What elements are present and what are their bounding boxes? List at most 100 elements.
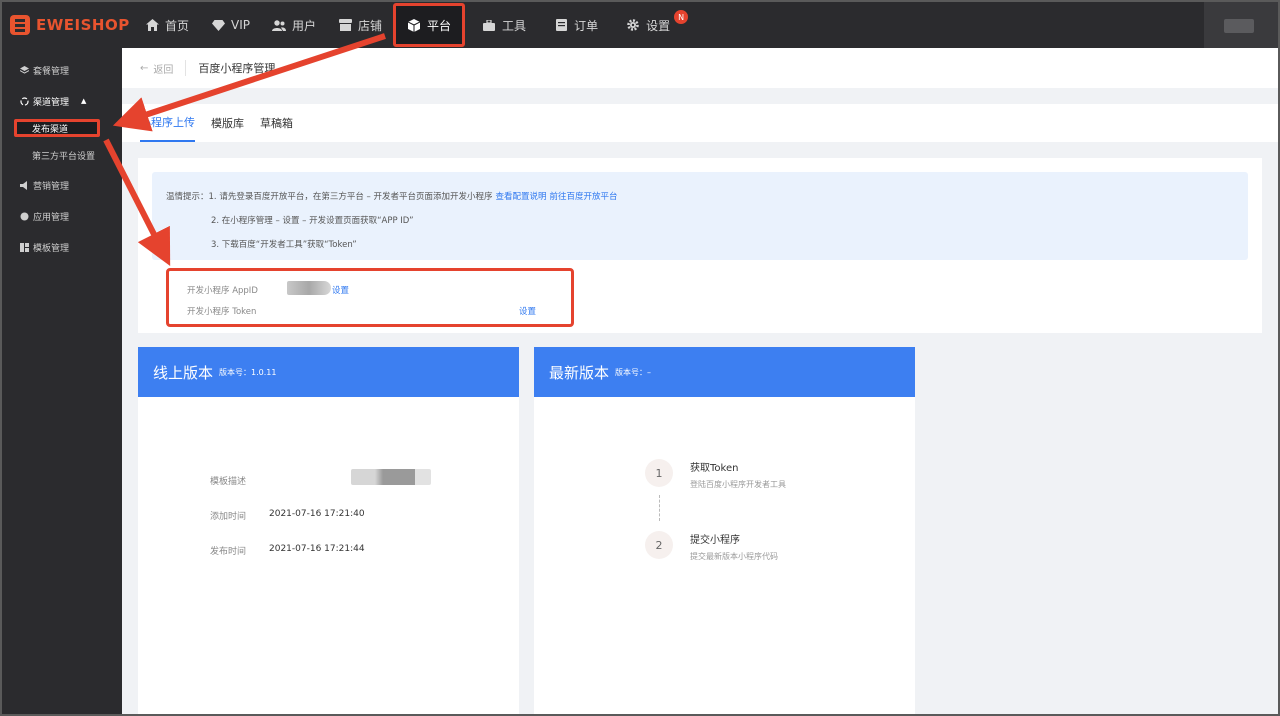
add-time-label: 添加时间 xyxy=(210,512,247,522)
token-set-link[interactable]: 设置 xyxy=(519,305,536,317)
sidebar-item-channel[interactable]: 渠道管理 ▲ xyxy=(2,90,122,112)
sidebar-item-package[interactable]: 套餐管理 xyxy=(2,59,122,81)
nav-tools-label: 工具 xyxy=(502,18,527,33)
config-panel: 温情提示：1. 请先登录百度开放平台，在第三方平台 – 开发者平台页面添加开发小… xyxy=(138,158,1262,333)
config-highlight-box: 开发小程序 AppID 设置 开发小程序 Token 设置 xyxy=(166,268,574,327)
store-icon xyxy=(338,18,352,32)
avatar-mask xyxy=(1224,19,1254,33)
add-time-value: 2021-07-16 17:21:40 xyxy=(269,509,365,519)
nav-orders[interactable]: 订单 xyxy=(543,2,609,48)
nav-store[interactable]: 店铺 xyxy=(327,2,393,48)
online-card-header: 线上版本 版本号：1.0.11 xyxy=(138,347,519,397)
brand-logo[interactable]: EWEISHOP xyxy=(10,2,130,48)
app-window: EWEISHOP 首页 VIP 用户 店铺 平台 工具 订单 设置 N 套餐管理… xyxy=(2,2,1278,714)
step-connector xyxy=(659,495,660,521)
caret-up-icon: ▲ xyxy=(81,97,87,105)
step-title: 提交小程序 xyxy=(690,535,740,546)
breadcrumb-divider xyxy=(185,60,187,76)
back-label: 返回 xyxy=(153,64,174,76)
step-desc: 提交最新版本小程序代码 xyxy=(690,552,778,561)
online-version-number: 版本号：1.0.11 xyxy=(219,367,277,377)
top-navbar: EWEISHOP 首页 VIP 用户 店铺 平台 工具 订单 设置 N xyxy=(2,2,1278,48)
tip-box: 温情提示：1. 请先登录百度开放平台，在第三方平台 – 开发者平台页面添加开发小… xyxy=(152,172,1248,260)
sidebar-item-label: 应用管理 xyxy=(33,212,70,223)
latest-card-header: 最新版本 版本号：– xyxy=(534,347,915,397)
template-desc-masked xyxy=(351,469,431,485)
sidebar-item-apps[interactable]: 应用管理 xyxy=(2,205,122,227)
back-button[interactable]: ← 返回 xyxy=(140,61,173,76)
main-nav: 首页 VIP 用户 店铺 平台 工具 订单 设置 N xyxy=(134,2,689,48)
online-version-card: 线上版本 版本号：1.0.11 模板描述 添加时间 2021-07-16 17:… xyxy=(138,347,519,714)
grid-icon xyxy=(20,242,29,252)
sidebar-sub-label: 发布渠道 xyxy=(32,124,69,135)
tip-line-3: 3. 下载百度“开发者工具”获取“Token” xyxy=(211,240,357,250)
tip-line-1: 温情提示：1. 请先登录百度开放平台，在第三方平台 – 开发者平台页面添加开发小… xyxy=(166,190,618,202)
apps-icon xyxy=(20,212,29,221)
step-desc: 登陆百度小程序开发者工具 xyxy=(690,480,786,489)
nav-vip[interactable]: VIP xyxy=(200,2,261,48)
sidebar: 套餐管理 渠道管理 ▲ 发布渠道 第三方平台设置 营销管理 应用管理 模板管理 xyxy=(2,48,122,714)
sidebar-sub-label: 第三方平台设置 xyxy=(32,151,96,162)
sidebar-item-label: 渠道管理 xyxy=(33,97,70,108)
token-label: 开发小程序 Token xyxy=(187,307,257,317)
step-number: 1 xyxy=(645,459,673,487)
tab-template-library[interactable]: 模版库 xyxy=(211,104,244,142)
marketing-icon xyxy=(20,180,29,190)
nav-users-label: 用户 xyxy=(292,18,317,33)
nav-settings[interactable]: 设置 N xyxy=(615,2,689,48)
nav-vip-label: VIP xyxy=(231,18,250,32)
latest-version-card: 最新版本 版本号：– 1 获取Token 登陆百度小程序开发者工具 2 提交小程… xyxy=(534,347,915,714)
sidebar-sub-publish-channel[interactable]: 发布渠道 xyxy=(14,119,100,137)
publish-time-label: 发布时间 xyxy=(210,547,247,557)
online-card-title: 线上版本 xyxy=(153,363,214,382)
breadcrumb: ← 返回 百度小程序管理 xyxy=(122,48,1278,88)
nav-tools[interactable]: 工具 xyxy=(471,2,537,48)
recycle-icon xyxy=(20,96,29,106)
latest-card-title: 最新版本 xyxy=(549,363,610,382)
baidu-platform-link[interactable]: 前往百度开放平台 xyxy=(550,192,618,202)
nav-store-label: 店铺 xyxy=(358,18,383,33)
layers-icon xyxy=(19,65,30,75)
arrow-left-icon: ← xyxy=(140,62,149,74)
order-icon xyxy=(554,18,568,32)
nav-settings-label: 设置 xyxy=(646,18,671,33)
sidebar-sub-third-party[interactable]: 第三方平台设置 xyxy=(2,146,122,164)
sidebar-item-label: 套餐管理 xyxy=(33,66,70,77)
nav-platform[interactable]: 平台 xyxy=(393,3,466,47)
tip-prefix: 温情提示： xyxy=(166,192,209,202)
nav-home[interactable]: 首页 xyxy=(134,2,200,48)
latest-version-number: 版本号：– xyxy=(615,367,652,377)
sidebar-item-templates[interactable]: 模板管理 xyxy=(2,236,122,258)
tab-upload[interactable]: 小程序上传 xyxy=(140,104,195,142)
main-content: ← 返回 百度小程序管理 小程序上传 模版库 草稿箱 温情提示：1. 请先登录百… xyxy=(122,48,1278,714)
tab-bar: 小程序上传 模版库 草稿箱 xyxy=(122,104,1278,142)
nav-platform-label: 平台 xyxy=(427,18,452,33)
tip-line-2: 2. 在小程序管理 – 设置 – 开发设置页面获取“APP ID” xyxy=(211,216,414,226)
nav-orders-label: 订单 xyxy=(574,18,599,33)
users-icon xyxy=(272,18,286,32)
brand-name: EWEISHOP xyxy=(36,16,130,34)
settings-badge: N xyxy=(674,10,689,24)
appid-label: 开发小程序 AppID xyxy=(187,286,258,296)
appid-set-link[interactable]: 设置 xyxy=(332,284,349,296)
step-title: 获取Token xyxy=(690,463,739,474)
sidebar-item-label: 营销管理 xyxy=(33,181,70,192)
cube-icon xyxy=(407,18,421,32)
tip-text-1: 1. 请先登录百度开放平台，在第三方平台 – 开发者平台页面添加开发小程序 xyxy=(208,192,493,202)
config-guide-link[interactable]: 查看配置说明 xyxy=(496,192,547,202)
home-icon xyxy=(145,18,159,32)
toolbox-icon xyxy=(482,18,496,32)
gear-icon xyxy=(626,18,640,32)
nav-home-label: 首页 xyxy=(165,18,190,33)
publish-time-value: 2021-07-16 17:21:44 xyxy=(269,544,365,554)
page-title: 百度小程序管理 xyxy=(198,62,276,75)
tab-drafts[interactable]: 草稿箱 xyxy=(260,104,293,142)
sidebar-item-marketing[interactable]: 营销管理 xyxy=(2,174,122,196)
appid-masked-value xyxy=(287,281,331,295)
nav-users[interactable]: 用户 xyxy=(261,2,327,48)
diamond-icon xyxy=(211,18,225,32)
user-avatar[interactable] xyxy=(1204,2,1278,48)
template-desc-label: 模板描述 xyxy=(210,477,247,487)
step-number: 2 xyxy=(645,531,673,559)
sidebar-item-label: 模板管理 xyxy=(33,243,70,254)
